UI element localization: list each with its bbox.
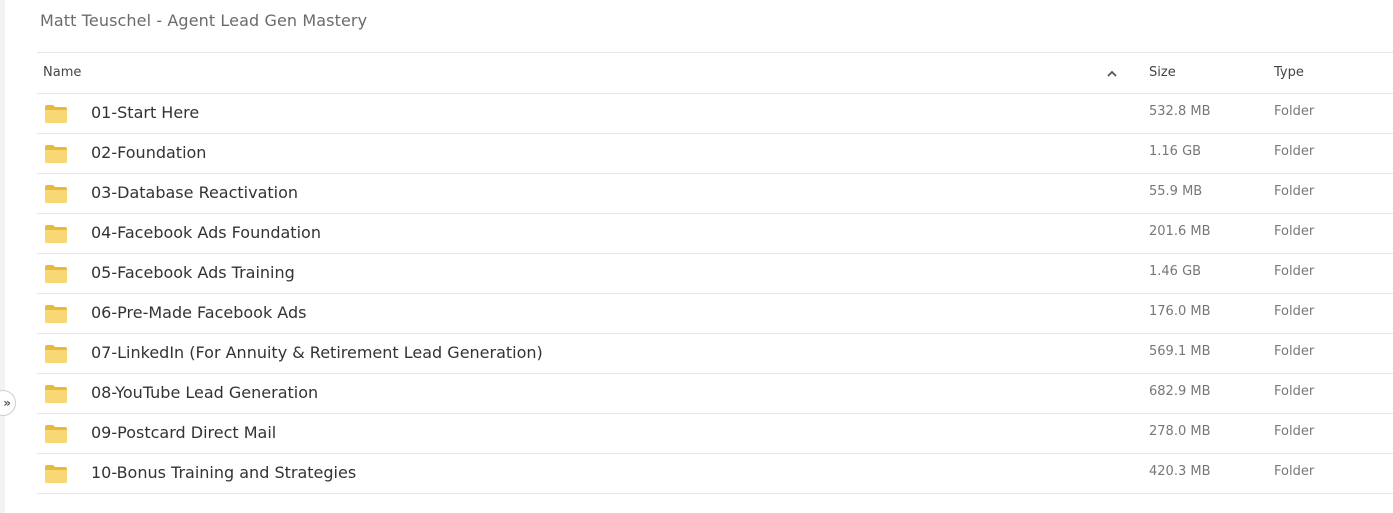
row-type: Folder bbox=[1274, 344, 1315, 359]
row-size: 1.16 GB bbox=[1149, 144, 1202, 159]
sidebar-expand-button[interactable]: » bbox=[0, 390, 16, 416]
row-name[interactable]: 04-Facebook Ads Foundation bbox=[91, 214, 321, 252]
row-name[interactable]: 05-Facebook Ads Training bbox=[91, 254, 295, 292]
row-type: Folder bbox=[1274, 464, 1315, 479]
row-name[interactable]: 01-Start Here bbox=[91, 94, 199, 132]
table-row[interactable]: 01-Start Here 532.8 MB Folder bbox=[37, 94, 1393, 134]
table-row[interactable]: 02-Foundation 1.16 GB Folder bbox=[37, 134, 1393, 174]
sidebar-edge bbox=[0, 0, 5, 513]
row-type: Folder bbox=[1274, 224, 1315, 239]
folder-icon bbox=[44, 224, 68, 244]
file-table: Name Size Type 01-Start Here 532.8 MB Fold… bbox=[37, 52, 1393, 494]
table-row[interactable]: 07-LinkedIn (For Annuity & Retirement Le… bbox=[37, 334, 1393, 374]
row-type: Folder bbox=[1274, 264, 1315, 279]
folder-icon bbox=[44, 344, 68, 364]
folder-icon bbox=[44, 384, 68, 404]
folder-icon bbox=[44, 184, 68, 204]
column-header-type[interactable]: Type bbox=[1274, 53, 1304, 93]
row-name[interactable]: 10-Bonus Training and Strategies bbox=[91, 454, 356, 492]
row-size: 420.3 MB bbox=[1149, 464, 1211, 479]
row-size: 532.8 MB bbox=[1149, 104, 1211, 119]
row-size: 201.6 MB bbox=[1149, 224, 1211, 239]
column-header-size[interactable]: Size bbox=[1149, 53, 1176, 93]
folder-icon bbox=[44, 424, 68, 444]
double-chevron-right-icon: » bbox=[3, 396, 11, 410]
row-type: Folder bbox=[1274, 104, 1315, 119]
row-size: 682.9 MB bbox=[1149, 384, 1211, 399]
row-size: 55.9 MB bbox=[1149, 184, 1203, 199]
table-row[interactable]: 03-Database Reactivation 55.9 MB Folder bbox=[37, 174, 1393, 214]
row-name[interactable]: 09-Postcard Direct Mail bbox=[91, 414, 276, 452]
column-header-name[interactable]: Name bbox=[43, 53, 81, 93]
row-type: Folder bbox=[1274, 144, 1315, 159]
row-name[interactable]: 07-LinkedIn (For Annuity & Retirement Le… bbox=[91, 334, 543, 372]
row-size: 176.0 MB bbox=[1149, 304, 1211, 319]
folder-icon bbox=[44, 304, 68, 324]
row-type: Folder bbox=[1274, 384, 1315, 399]
folder-icon bbox=[44, 104, 68, 124]
row-size: 569.1 MB bbox=[1149, 344, 1211, 359]
folder-icon bbox=[44, 264, 68, 284]
breadcrumb[interactable]: Matt Teuschel - Agent Lead Gen Mastery bbox=[40, 9, 367, 33]
chevron-up-icon[interactable] bbox=[1105, 53, 1119, 93]
table-body: 01-Start Here 532.8 MB Folder 02-Foundation… bbox=[37, 94, 1393, 494]
row-type: Folder bbox=[1274, 184, 1315, 199]
row-name[interactable]: 06-Pre-Made Facebook Ads bbox=[91, 294, 306, 332]
table-row[interactable]: 06-Pre-Made Facebook Ads 176.0 MB Folder bbox=[37, 294, 1393, 334]
table-row[interactable]: 10-Bonus Training and Strategies 420.3 MB… bbox=[37, 454, 1393, 494]
row-type: Folder bbox=[1274, 424, 1315, 439]
table-row[interactable]: 09-Postcard Direct Mail 278.0 MB Folder bbox=[37, 414, 1393, 454]
row-size: 1.46 GB bbox=[1149, 264, 1202, 279]
table-row[interactable]: 08-YouTube Lead Generation 682.9 MB Folder bbox=[37, 374, 1393, 414]
table-header: Name Size Type bbox=[37, 52, 1393, 94]
table-row[interactable]: 05-Facebook Ads Training 1.46 GB Folder bbox=[37, 254, 1393, 294]
row-type: Folder bbox=[1274, 304, 1315, 319]
row-name[interactable]: 08-YouTube Lead Generation bbox=[91, 374, 318, 412]
folder-icon bbox=[44, 464, 68, 484]
row-name[interactable]: 03-Database Reactivation bbox=[91, 174, 298, 212]
row-size: 278.0 MB bbox=[1149, 424, 1211, 439]
folder-icon bbox=[44, 144, 68, 164]
row-name[interactable]: 02-Foundation bbox=[91, 134, 206, 172]
table-row[interactable]: 04-Facebook Ads Foundation 201.6 MB Folder bbox=[37, 214, 1393, 254]
